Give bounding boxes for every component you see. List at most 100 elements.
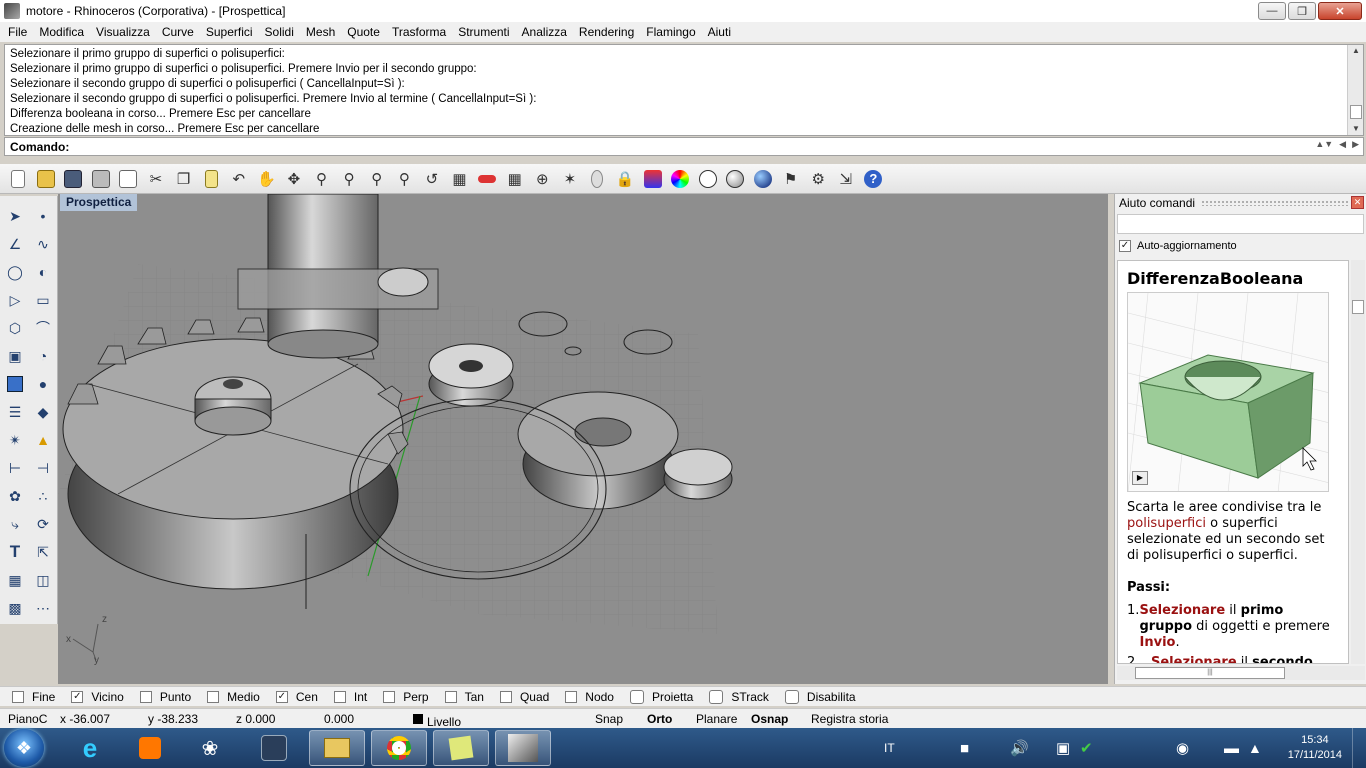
rhino-active-icon[interactable] [495,730,551,766]
menu-quote[interactable]: Quote [341,25,386,39]
rhino-icon[interactable] [246,730,302,766]
checkbox-icon[interactable] [383,690,396,703]
text-icon[interactable]: T [3,540,27,564]
explode-icon[interactable]: ✴ [3,428,27,452]
print-icon[interactable] [89,167,113,191]
trim-icon[interactable]: ⊢ [3,456,27,480]
cut-icon[interactable]: ✂ [144,167,168,191]
clock[interactable]: 15:34 17/11/2014 [1288,733,1342,763]
osnap-medio[interactable]: Medio [207,690,260,704]
ungroup-icon[interactable]: ∴ [31,484,55,508]
light-bulb-icon[interactable] [585,167,609,191]
plane-icon[interactable]: ◆ [31,400,55,424]
scroll-left-icon[interactable]: ◀ [1339,139,1346,150]
box-icon[interactable] [3,372,27,396]
scroll-thumb[interactable] [1350,105,1362,119]
select-arrow-icon[interactable]: ➤ [3,204,27,228]
menu-trasforma[interactable]: Trasforma [386,25,452,39]
snap-toggle[interactable]: Snap [595,712,623,726]
menu-strumenti[interactable]: Strumenti [452,25,515,39]
undo-view-icon[interactable]: ↺ [420,167,444,191]
split-icon[interactable]: ⊣ [31,456,55,480]
osnap-strack[interactable]: STrack [709,689,769,704]
osnap-quad[interactable]: Quad [499,690,549,704]
help-vertical-scrollbar[interactable] [1351,260,1365,664]
point-tool-icon[interactable]: • [31,204,55,228]
rectangle-icon[interactable]: ▭ [31,288,55,312]
osnap-perp[interactable]: Perp [383,690,429,704]
copy-icon[interactable]: ❐ [172,167,196,191]
car-icon[interactable] [475,167,499,191]
checkbox-icon[interactable]: ✓ [71,690,84,703]
command-input[interactable] [73,139,1363,154]
command-history[interactable]: Selezionare il primo gruppo di superfici… [4,44,1364,136]
volume-icon[interactable]: 🔊 [1010,728,1029,768]
transform-icon[interactable]: ⇲ [834,167,858,191]
toggle-icon[interactable] [629,689,644,704]
osnap-cen[interactable]: ✓ Cen [275,690,318,704]
viewport-label[interactable]: Prospettica [60,194,138,211]
media-player-icon[interactable] [122,730,178,766]
history-toggle[interactable]: Registra storia [811,712,888,726]
layer-indicator[interactable]: Livello 01 [413,712,461,743]
checkbox-icon[interactable] [139,690,152,703]
checkbox-icon[interactable] [565,690,578,703]
osnap-vicino[interactable]: ✓ Vicino [71,690,124,704]
menu-file[interactable]: File [2,25,33,39]
close-icon[interactable]: ✕ [1351,196,1364,209]
toggle-icon[interactable] [784,689,799,704]
save-icon[interactable] [61,167,85,191]
auto-update-checkbox[interactable]: ✓ [1119,240,1131,252]
help-icon[interactable]: ? [861,167,885,191]
help-search-field[interactable] [1117,214,1364,234]
scroll-right-icon[interactable]: ▶ [1352,139,1359,150]
cylinder-icon[interactable]: ☰ [3,400,27,424]
menu-rendering[interactable]: Rendering [573,25,640,39]
paint-brush-icon[interactable]: ❀ [182,730,238,766]
chrome-tray-icon[interactable]: ◉ [1176,728,1189,768]
menu-analizza[interactable]: Analizza [516,25,573,39]
scale-icon[interactable]: ⇱ [31,540,55,564]
rotate-icon[interactable]: ⟳ [31,512,55,536]
mirror-icon[interactable]: ◫ [31,568,55,592]
sticky-notes-icon[interactable] [433,730,489,766]
scroll-thumb[interactable] [1352,300,1364,314]
open-icon[interactable] [34,167,58,191]
auto-update-toggle[interactable]: ✓ Auto-aggiornamento [1115,234,1366,258]
chrome-icon[interactable] [371,730,427,766]
menu-superfici[interactable]: Superfici [200,25,259,39]
checkbox-icon[interactable]: ✓ [275,690,288,703]
color-wheel-icon[interactable] [668,167,692,191]
osnap-toggle[interactable]: Osnap [751,712,788,726]
scroll-up-icon[interactable]: ▲ [1348,45,1363,57]
paste-icon[interactable] [199,167,223,191]
zoom-window-icon[interactable]: ⚲ [337,167,361,191]
cplane-label[interactable]: PianoC [8,712,47,726]
menu-solidi[interactable]: Solidi [259,25,300,39]
checkbox-icon[interactable] [444,690,457,703]
osnap-tan[interactable]: Tan [444,690,484,704]
zoom-icon[interactable]: ⚲ [310,167,334,191]
checkbox-icon[interactable] [207,690,220,703]
new-file-icon[interactable] [6,167,30,191]
wireframe-sphere-icon[interactable] [696,167,720,191]
battery-icon[interactable]: ▬ [1224,728,1239,768]
circle-icon[interactable]: ◯ [3,260,27,284]
show-desktop-button[interactable] [1352,728,1366,768]
array-icon[interactable]: ▦ [3,568,27,592]
render-sphere-icon[interactable] [751,167,775,191]
fillet-icon[interactable]: ⌒ [31,316,55,340]
polisuperfici-link[interactable]: polisuperfici [1127,516,1206,531]
osnap-int[interactable]: Int [333,690,367,704]
four-viewports-icon[interactable]: ▦ [448,167,472,191]
scroll-thumb[interactable]: ||| [1135,667,1285,679]
select-link[interactable]: Selezionare [1140,603,1226,618]
rotate-view-icon[interactable]: ✥ [282,167,306,191]
ortho-toggle[interactable]: Orto [647,712,672,726]
menu-visualizza[interactable]: Visualizza [90,25,156,39]
point-icon[interactable]: ✶ [558,167,582,191]
cplane-icon[interactable]: ⊕ [530,167,554,191]
menu-modifica[interactable]: Modifica [33,25,90,39]
osnap-proietta[interactable]: Proietta [629,689,693,704]
spin-icon[interactable]: ▲▼ [1315,139,1333,150]
